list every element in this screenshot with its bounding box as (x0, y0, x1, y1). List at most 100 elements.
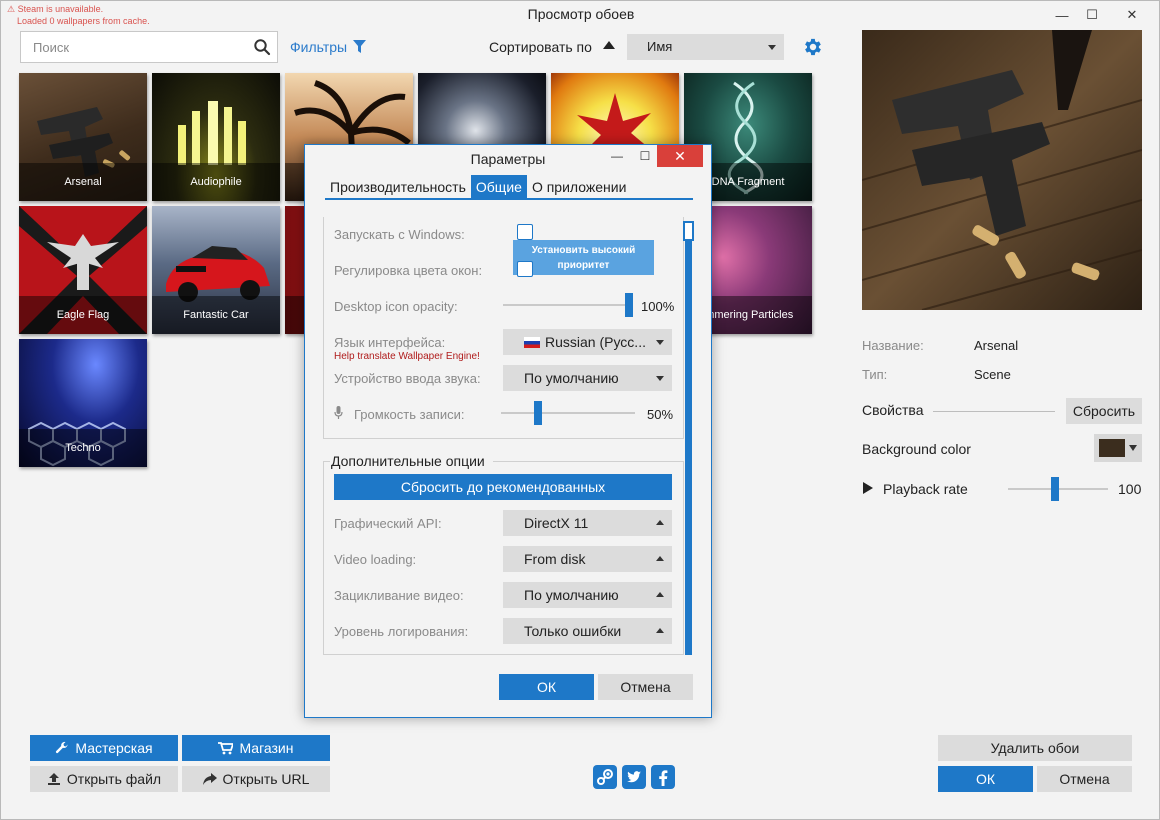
reset-properties-button[interactable]: Сбросить (1066, 398, 1142, 424)
chevron-down-icon (1129, 445, 1137, 451)
window-title: Просмотр обоев (527, 6, 635, 22)
properties-divider (933, 411, 1055, 412)
maximize-button[interactable]: ☐ (1077, 1, 1107, 29)
dialog-scrollbar-thumb[interactable] (685, 221, 692, 655)
audio-device-value: По умолчанию (524, 370, 619, 386)
search-input[interactable] (21, 32, 241, 62)
language-label: Язык интерфейса: (334, 335, 446, 350)
playback-rate-value: 100 (1118, 481, 1142, 497)
playback-rate-thumb[interactable] (1051, 477, 1060, 501)
tab-about[interactable]: О приложении (527, 175, 631, 199)
advanced-options-legend: Дополнительные опции (331, 453, 485, 469)
bg-color-label: Background color (862, 441, 971, 457)
wrench-icon (56, 741, 68, 754)
share-arrow-icon (202, 773, 217, 785)
wallpaper-title: Arsenal (19, 163, 147, 201)
icon-opacity-thumb[interactable] (625, 293, 633, 317)
video-loop-dropdown[interactable]: По умолчанию (503, 582, 672, 608)
record-volume-track[interactable] (501, 412, 635, 414)
wallpaper-title: Fantastic Car (152, 296, 280, 334)
icon-opacity-label: Desktop icon opacity: (334, 299, 458, 314)
dialog-close-button[interactable]: ✕ (657, 145, 703, 167)
chevron-down-icon (768, 45, 776, 50)
start-with-windows-checkbox[interactable] (517, 224, 533, 240)
bg-color-swatch (1099, 439, 1125, 457)
window-color-checkbox[interactable] (517, 261, 533, 277)
wallpaper-tile[interactable]: Fantastic Car (152, 206, 280, 334)
wallpaper-title: Audiophile (152, 163, 280, 201)
bg-color-picker[interactable] (1094, 434, 1142, 462)
open-url-button[interactable]: Открыть URL (182, 766, 330, 792)
gear-icon[interactable] (802, 36, 824, 58)
main-window: ⚠ Steam is unavailable. Loaded 0 wallpap… (0, 0, 1160, 820)
expand-triangle-icon[interactable] (862, 482, 874, 494)
video-loading-label: Video loading: (334, 552, 417, 567)
icon-opacity-track[interactable] (503, 304, 631, 306)
wallpaper-tile[interactable]: Arsenal (19, 73, 147, 201)
upload-icon (47, 773, 60, 785)
video-loading-dropdown[interactable]: From disk (503, 546, 672, 572)
graphics-api-dropdown[interactable]: DirectX 11 (503, 510, 672, 536)
store-button[interactable]: Магазин (182, 735, 330, 761)
dialog-cancel-button[interactable]: Отмена (598, 674, 693, 700)
record-volume-thumb[interactable] (533, 401, 542, 425)
tab-general[interactable]: Общие (470, 175, 527, 199)
chevron-up-icon (656, 520, 664, 525)
settings-dialog: Параметры — ☐ ✕ Производительность Общие… (304, 144, 712, 718)
close-button[interactable]: ✕ (1115, 1, 1149, 29)
sort-select[interactable]: Имя (627, 34, 784, 60)
chevron-up-icon (656, 556, 664, 561)
open-file-button[interactable]: Открыть файл (30, 766, 178, 792)
log-level-label: Уровень логирования: (334, 624, 469, 639)
chevron-down-icon (656, 340, 664, 345)
dialog-scrollbar-cap[interactable] (683, 221, 694, 241)
dialog-minimize-button[interactable]: — (603, 145, 631, 167)
wallpaper-title: Eagle Flag (19, 296, 147, 334)
video-loop-label: Зацикливание видео: (334, 588, 464, 603)
minimize-button[interactable]: — (1047, 1, 1077, 29)
chevron-down-icon (656, 376, 664, 381)
language-value: Russian (Русс... (545, 334, 646, 350)
tab-performance[interactable]: Производительность (325, 175, 471, 199)
help-translate-link[interactable]: Help translate Wallpaper Engine! (334, 351, 480, 362)
sort-direction-icon[interactable] (603, 41, 615, 49)
audio-device-dropdown[interactable]: По умолчанию (503, 365, 672, 391)
dialog-ok-button[interactable]: ОК (499, 674, 594, 700)
graphics-api-label: Графический API: (334, 516, 442, 531)
log-level-dropdown[interactable]: Только ошибки (503, 618, 672, 644)
filters-label: Фильтры (290, 39, 348, 55)
wallpaper-tile[interactable]: Techno (19, 339, 147, 467)
type-value: Scene (974, 367, 1011, 382)
twitter-icon[interactable] (622, 765, 646, 789)
search-icon[interactable] (253, 38, 271, 56)
properties-label: Свойства (862, 402, 924, 418)
tabs-underline (325, 198, 693, 200)
dialog-tabs: Производительность Общие О приложении (325, 175, 631, 199)
filter-funnel-icon (353, 40, 367, 53)
dialog-maximize-button[interactable]: ☐ (631, 145, 659, 167)
microphone-icon (334, 406, 343, 419)
name-key: Название: (862, 338, 924, 353)
ok-button[interactable]: ОК (938, 766, 1033, 792)
wallpaper-tile[interactable]: Audiophile (152, 73, 280, 201)
arsenal-preview-image (862, 30, 1142, 310)
workshop-button[interactable]: Мастерская (30, 735, 178, 761)
start-with-windows-label: Запускать с Windows: (334, 227, 465, 242)
workshop-label: Мастерская (75, 740, 153, 756)
wallpaper-tile[interactable]: Eagle Flag (19, 206, 147, 334)
icon-opacity-value: 100% (641, 299, 675, 314)
delete-wallpaper-button[interactable]: Удалить обои (938, 735, 1132, 761)
cancel-button[interactable]: Отмена (1037, 766, 1132, 792)
filters-button[interactable]: Фильтры (290, 39, 367, 55)
steam-icon[interactable] (593, 765, 617, 789)
log-level-value: Только ошибки (524, 623, 622, 639)
reset-recommended-button[interactable]: Сбросить до рекомендованных (334, 474, 672, 500)
search-box[interactable] (20, 31, 278, 63)
facebook-icon[interactable] (651, 765, 675, 789)
high-priority-tooltip: Установить высокий приоритет (513, 240, 654, 275)
sort-select-value: Имя (647, 39, 673, 54)
wallpaper-preview (862, 30, 1142, 310)
type-key: Тип: (862, 367, 888, 382)
video-loading-value: From disk (524, 551, 586, 567)
language-dropdown[interactable]: Russian (Русс... (503, 329, 672, 355)
